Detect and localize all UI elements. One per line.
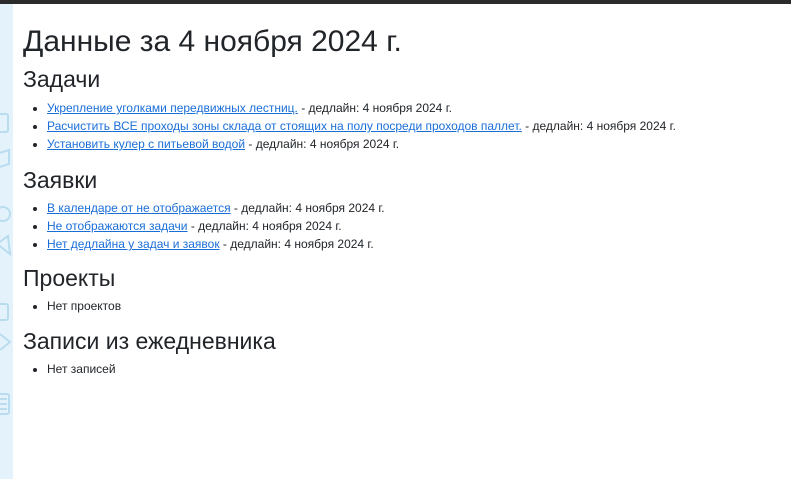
list-item: Укрепление уголками передвижных лестниц.…	[47, 99, 783, 117]
page-title: Данные за 4 ноября 2024 г.	[23, 25, 402, 58]
request-link[interactable]: В календаре от не отображается	[47, 201, 231, 215]
list-item: В календаре от не отображается - дедлайн…	[47, 199, 783, 217]
deadline-text: - дедлайн: 4 ноября 2024 г.	[230, 201, 385, 215]
sidebar-decorative-strip	[0, 4, 13, 479]
empty-diary-item: Нет записей	[47, 360, 783, 378]
deadline-text: - дедлайн: 4 ноября 2024 г.	[187, 219, 342, 233]
empty-projects-item: Нет проектов	[47, 297, 783, 315]
requests-list: В календаре от не отображается - дедлайн…	[23, 199, 783, 253]
request-link[interactable]: Нет дедлайна у задач и заявок	[47, 237, 220, 251]
decorative-doodles-icon	[0, 113, 12, 415]
list-item: Расчистить ВСЕ проходы зоны склада от ст…	[47, 117, 783, 135]
deadline-text: - дедлайн: 4 ноября 2024 г.	[297, 101, 452, 115]
request-link[interactable]: Не отображаются задачи	[47, 219, 188, 233]
list-item: Нет дедлайна у задач и заявок - дедлайн:…	[47, 235, 783, 253]
task-link[interactable]: Установить кулер с питьевой водой	[47, 137, 245, 151]
tasks-list: Укрепление уголками передвижных лестниц.…	[23, 99, 783, 153]
projects-heading: Проекты	[23, 265, 116, 291]
window-top-bar	[0, 0, 791, 4]
deadline-text: - дедлайн: 4 ноября 2024 г.	[245, 137, 400, 151]
deadline-text: - дедлайн: 4 ноября 2024 г.	[521, 119, 676, 133]
list-item: Не отображаются задачи - дедлайн: 4 нояб…	[47, 217, 783, 235]
task-link[interactable]: Расчистить ВСЕ проходы зоны склада от ст…	[47, 119, 522, 133]
task-link[interactable]: Укрепление уголками передвижных лестниц.	[47, 101, 298, 115]
projects-list: Нет проектов	[23, 297, 783, 315]
diary-list: Нет записей	[23, 360, 783, 378]
requests-heading: Заявки	[23, 167, 98, 193]
tasks-heading: Задачи	[23, 66, 101, 92]
diary-heading: Записи из ежедневника	[23, 328, 276, 354]
deadline-text: - дедлайн: 4 ноября 2024 г.	[219, 237, 374, 251]
list-item: Установить кулер с питьевой водой - дедл…	[47, 135, 783, 153]
main-content: Данные за 4 ноября 2024 г. Задачи Укрепл…	[23, 24, 783, 378]
